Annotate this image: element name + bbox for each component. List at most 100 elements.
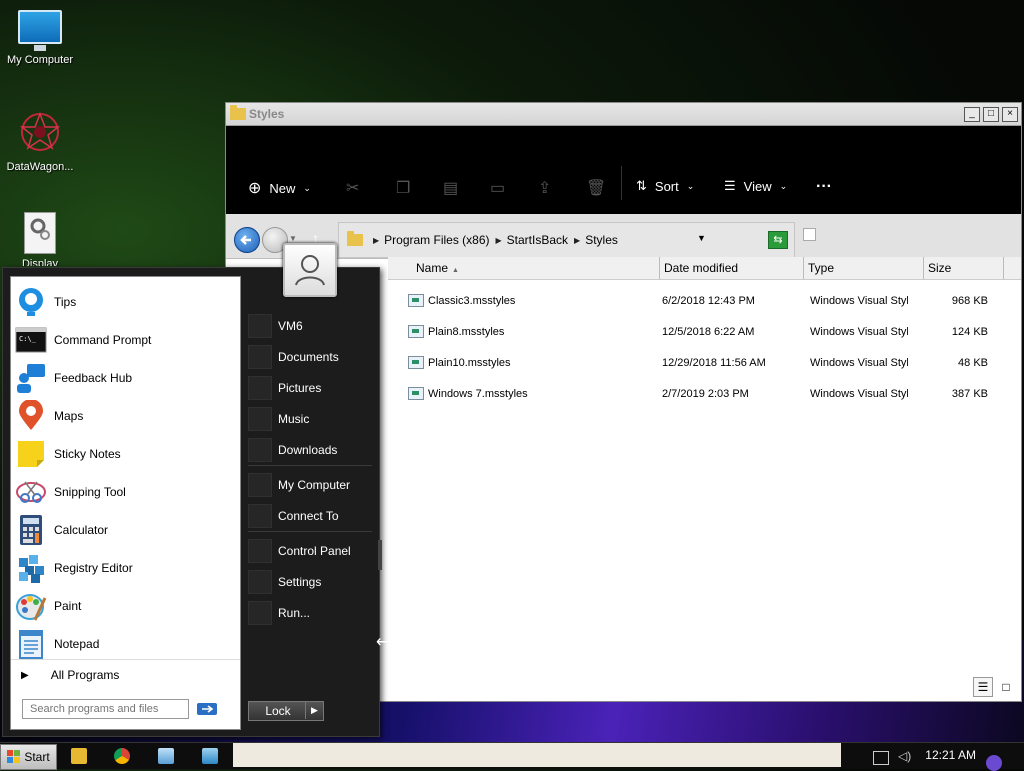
all-programs-button[interactable]: ▶ All Programs xyxy=(11,659,240,690)
program-item-feedback-hub[interactable]: Feedback Hub xyxy=(11,359,240,397)
place-item-vm6[interactable]: VM6 xyxy=(248,310,376,341)
place-item-run[interactable]: Run... xyxy=(248,597,376,628)
program-item-sticky-notes[interactable]: Sticky Notes xyxy=(11,435,240,473)
sticky-notes-icon xyxy=(18,441,44,467)
svg-text:C:\_: C:\_ xyxy=(19,335,37,343)
chevron-down-icon: ⌄ xyxy=(303,182,311,193)
action-center-badge[interactable] xyxy=(986,755,1002,771)
volume-icon[interactable]: ◁) xyxy=(898,749,911,763)
program-item-tips[interactable]: Tips xyxy=(11,283,240,321)
place-item-music[interactable]: Music xyxy=(248,403,376,434)
back-arrow-icon xyxy=(240,235,251,245)
table-row[interactable]: Windows 7.msstyles 2/7/2019 2:03 PM Wind… xyxy=(388,378,1021,409)
power-options-arrow-icon[interactable]: ▶ xyxy=(305,701,323,719)
run-icon xyxy=(248,600,272,625)
program-item-calculator[interactable]: Calculator xyxy=(11,511,240,549)
sort-button[interactable]: ⇅ Sort ⌄ xyxy=(636,178,694,194)
table-row[interactable]: Plain10.msstyles 12/29/2018 11:56 AM Win… xyxy=(388,347,1021,378)
scrollbar-thumb[interactable] xyxy=(378,540,382,570)
monitor-icon xyxy=(18,10,62,51)
refresh-icon[interactable]: ⇆ xyxy=(768,231,788,249)
calculator-icon xyxy=(20,515,42,545)
breadcrumb-styles[interactable]: ▶ Styles xyxy=(574,233,618,247)
search-go-icon[interactable] xyxy=(195,700,219,718)
breadcrumb-startisback[interactable]: ▶ StartIsBack xyxy=(496,233,569,247)
program-item-maps[interactable]: Maps xyxy=(11,397,240,435)
place-item-my-computer[interactable]: My Computer xyxy=(248,469,376,500)
history-chevron-icon[interactable]: ▼ xyxy=(289,234,297,243)
title-bar[interactable]: Styles _ □ × xyxy=(226,103,1021,126)
rename-icon[interactable]: ▭ xyxy=(490,178,505,198)
place-item-documents[interactable]: Documents xyxy=(248,341,376,372)
new-button[interactable]: ⊕ New ⌄ xyxy=(248,178,311,198)
file-explorer-taskbar-icon[interactable] xyxy=(71,748,87,764)
view-icon: ☰ xyxy=(724,178,736,193)
breadcrumb-program-files[interactable]: ▶ Program Files (x86) xyxy=(373,233,490,247)
user-avatar[interactable] xyxy=(283,243,337,297)
desktop-icon-label: My Computer xyxy=(6,54,74,66)
desktop-icon-my-computer[interactable]: My Computer xyxy=(0,10,80,66)
sort-label: Sort xyxy=(654,178,679,194)
back-button[interactable] xyxy=(234,227,260,253)
computer-icon xyxy=(248,472,272,497)
start-button[interactable]: Start xyxy=(0,744,57,770)
remote-desktop-taskbar-icon[interactable] xyxy=(202,748,218,764)
desktop-icon-label: Display xyxy=(21,258,59,266)
msstyles-file-icon xyxy=(408,294,424,307)
chrome-taskbar-icon[interactable] xyxy=(114,748,130,764)
program-item-paint[interactable]: Paint xyxy=(11,587,240,625)
desktop-icon-display[interactable]: Display xyxy=(0,212,80,266)
paint-icon xyxy=(16,594,47,621)
msstyles-file-icon xyxy=(408,325,424,338)
datawagon-icon xyxy=(19,111,61,151)
taskbar-window-area[interactable] xyxy=(233,743,841,767)
program-item-registry-editor[interactable]: Registry Editor xyxy=(11,549,240,587)
feedback-hub-icon xyxy=(17,364,45,393)
place-item-pictures[interactable]: Pictures xyxy=(248,372,376,403)
music-icon xyxy=(248,406,272,431)
program-item-command-prompt[interactable]: C:\_ Command Prompt xyxy=(11,321,240,359)
msstyles-file-icon xyxy=(408,356,424,369)
table-row[interactable]: Plain8.msstyles 12/5/2018 6:22 AM Window… xyxy=(388,316,1021,347)
place-item-connect-to[interactable]: Connect To xyxy=(248,500,376,531)
copy-icon[interactable]: ❐ xyxy=(396,178,410,198)
address-bar[interactable]: ▶ Program Files (x86) ▶ StartIsBack ▶ Style… xyxy=(338,222,795,258)
photos-taskbar-icon[interactable] xyxy=(158,748,174,764)
file-list: Classic3.msstyles 6/2/2018 12:43 PM Wind… xyxy=(388,285,1021,409)
close-button[interactable]: × xyxy=(1002,106,1018,122)
view-button[interactable]: ☰ View ⌄ xyxy=(724,178,787,194)
desktop-icon-datawagon[interactable]: DataWagon... xyxy=(0,110,80,173)
details-view-icon[interactable]: ☰ xyxy=(973,677,993,697)
place-item-downloads[interactable]: Downloads xyxy=(248,434,376,465)
column-name[interactable]: Name ▲ xyxy=(388,257,660,279)
column-type[interactable]: Type xyxy=(804,257,924,279)
share-icon[interactable]: ⇪ xyxy=(538,178,551,198)
start-menu: Tips C:\_ Command Prompt Feedback Hub Ma… xyxy=(2,267,382,737)
user-icon xyxy=(295,255,325,286)
more-options-button[interactable]: ··· xyxy=(816,178,832,196)
address-dropdown-icon[interactable]: ▼ xyxy=(697,233,706,243)
minimize-button[interactable]: _ xyxy=(964,106,980,122)
program-item-notepad[interactable]: Notepad xyxy=(11,625,240,663)
place-item-settings[interactable]: Settings xyxy=(248,566,376,597)
notification-icon[interactable] xyxy=(873,751,889,765)
table-row[interactable]: Classic3.msstyles 6/2/2018 12:43 PM Wind… xyxy=(388,285,1021,316)
settings-page-icon xyxy=(24,212,56,254)
documents-icon xyxy=(248,344,272,369)
program-item-snipping-tool[interactable]: Snipping Tool xyxy=(11,473,240,511)
desktop-icon-label: DataWagon... xyxy=(6,161,74,173)
maximize-button[interactable]: □ xyxy=(983,106,999,122)
column-headers: Name ▲ Date modified Type Size xyxy=(388,257,1021,280)
column-size[interactable]: Size xyxy=(924,257,1004,279)
navigation-bar: ▼ ↑ ▶ Program Files (x86) ▶ StartIsBack ▶ S… xyxy=(226,214,1021,259)
column-date-modified[interactable]: Date modified xyxy=(660,257,804,279)
paste-icon[interactable]: ▤ xyxy=(443,178,458,198)
plus-circle-icon: ⊕ xyxy=(248,180,262,197)
cut-icon[interactable]: ✂ xyxy=(346,178,359,198)
search-box[interactable] xyxy=(803,228,816,241)
clock[interactable]: 12:21 AM xyxy=(925,748,976,762)
search-input[interactable] xyxy=(22,699,189,719)
large-icons-view-icon[interactable]: □ xyxy=(996,677,1016,697)
place-item-control-panel[interactable]: Control Panel xyxy=(248,535,376,566)
delete-icon[interactable]: 🗑 xyxy=(586,178,606,198)
